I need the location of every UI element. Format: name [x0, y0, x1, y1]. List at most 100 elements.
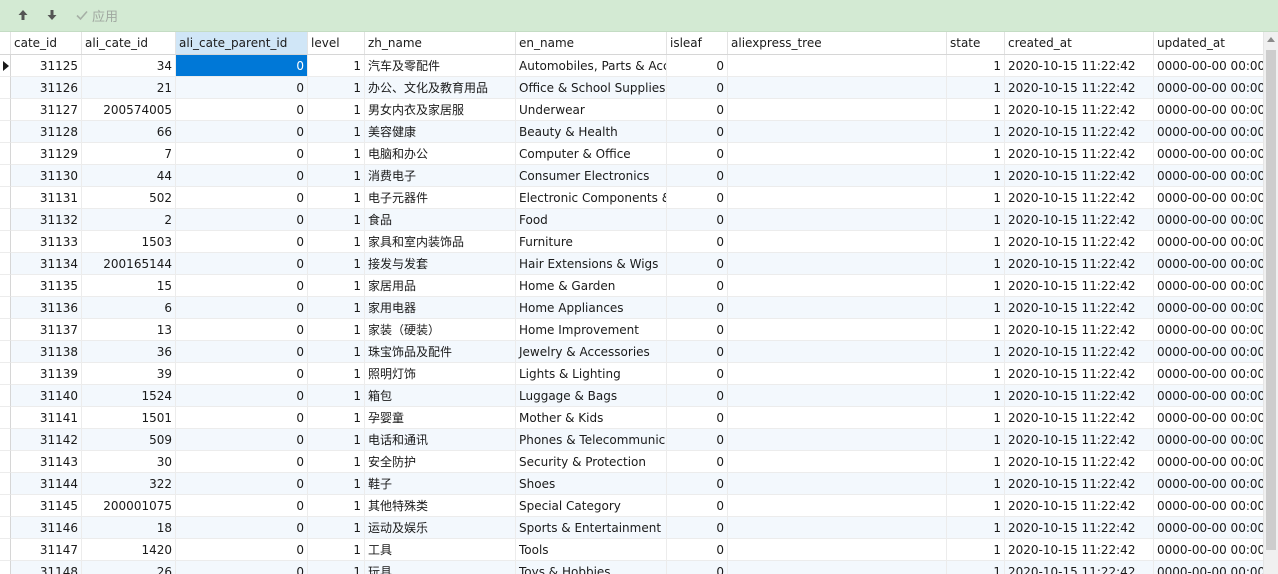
cell-ali-cate-parent-id[interactable]: 0	[176, 297, 308, 319]
cell-isleaf[interactable]: 0	[667, 539, 728, 561]
cell-zh-name[interactable]: 家具和室内装饰品	[365, 231, 516, 253]
cell-created-at[interactable]: 2020-10-15 11:22:42	[1005, 187, 1154, 209]
cell-aliexpress-tree[interactable]	[728, 319, 947, 341]
cell-isleaf[interactable]: 0	[667, 209, 728, 231]
cell-level[interactable]: 1	[308, 297, 365, 319]
row-indicator[interactable]	[0, 187, 11, 209]
cell-level[interactable]: 1	[308, 451, 365, 473]
cell-aliexpress-tree[interactable]	[728, 231, 947, 253]
cell-state[interactable]: 1	[947, 473, 1005, 495]
cell-aliexpress-tree[interactable]	[728, 187, 947, 209]
cell-ali-cate-parent-id[interactable]: 0	[176, 561, 308, 574]
cell-ali-cate-id[interactable]: 200165144	[82, 253, 176, 275]
cell-cate-id[interactable]: 31138	[11, 341, 82, 363]
move-up-button[interactable]	[16, 6, 30, 24]
cell-state[interactable]: 1	[947, 99, 1005, 121]
table-row[interactable]: 31132 2 0 1 食品 Food 0 1 2020-10-15 11:22:42 0000-…	[0, 209, 1263, 231]
cell-isleaf[interactable]: 0	[667, 473, 728, 495]
cell-level[interactable]: 1	[308, 77, 365, 99]
cell-level[interactable]: 1	[308, 407, 365, 429]
row-indicator[interactable]	[0, 253, 11, 275]
apply-button[interactable]: 应用	[75, 6, 118, 25]
cell-state[interactable]: 1	[947, 363, 1005, 385]
cell-state[interactable]: 1	[947, 77, 1005, 99]
data-grid[interactable]: cate_id ali_cate_id ali_cate_parent_id leve…	[0, 32, 1263, 574]
cell-cate-id[interactable]: 31127	[11, 99, 82, 121]
cell-zh-name[interactable]: 食品	[365, 209, 516, 231]
cell-state[interactable]: 1	[947, 165, 1005, 187]
cell-en-name[interactable]: Shoes	[516, 473, 667, 495]
cell-cate-id[interactable]: 31128	[11, 121, 82, 143]
column-header-cate-id[interactable]: cate_id	[11, 32, 82, 54]
cell-zh-name[interactable]: 男女内衣及家居服	[365, 99, 516, 121]
cell-cate-id[interactable]: 31126	[11, 77, 82, 99]
cell-ali-cate-parent-id[interactable]: 0	[176, 209, 308, 231]
cell-aliexpress-tree[interactable]	[728, 77, 947, 99]
cell-ali-cate-parent-id[interactable]: 0	[176, 539, 308, 561]
cell-updated-at[interactable]: 0000-00-00 00:00:	[1154, 187, 1263, 209]
cell-en-name[interactable]: Mother & Kids	[516, 407, 667, 429]
cell-updated-at[interactable]: 0000-00-00 00:00:	[1154, 231, 1263, 253]
cell-level[interactable]: 1	[308, 165, 365, 187]
cell-zh-name[interactable]: 珠宝饰品及配件	[365, 341, 516, 363]
cell-updated-at[interactable]: 0000-00-00 00:00:	[1154, 517, 1263, 539]
cell-isleaf[interactable]: 0	[667, 363, 728, 385]
cell-isleaf[interactable]: 0	[667, 253, 728, 275]
cell-created-at[interactable]: 2020-10-15 11:22:42	[1005, 451, 1154, 473]
cell-state[interactable]: 1	[947, 341, 1005, 363]
cell-zh-name[interactable]: 电脑和办公	[365, 143, 516, 165]
cell-cate-id[interactable]: 31129	[11, 143, 82, 165]
cell-zh-name[interactable]: 家装（硬装）	[365, 319, 516, 341]
cell-isleaf[interactable]: 0	[667, 451, 728, 473]
cell-en-name[interactable]: Automobiles, Parts & Acc	[516, 55, 667, 77]
cell-en-name[interactable]: Tools	[516, 539, 667, 561]
cell-created-at[interactable]: 2020-10-15 11:22:42	[1005, 385, 1154, 407]
cell-state[interactable]: 1	[947, 187, 1005, 209]
cell-cate-id[interactable]: 31136	[11, 297, 82, 319]
cell-level[interactable]: 1	[308, 121, 365, 143]
cell-ali-cate-id[interactable]: 509	[82, 429, 176, 451]
row-indicator[interactable]	[0, 407, 11, 429]
cell-created-at[interactable]: 2020-10-15 11:22:42	[1005, 341, 1154, 363]
cell-aliexpress-tree[interactable]	[728, 99, 947, 121]
cell-en-name[interactable]: Home Improvement	[516, 319, 667, 341]
cell-zh-name[interactable]: 汽车及零配件	[365, 55, 516, 77]
column-header-level[interactable]: level	[308, 32, 365, 54]
table-row[interactable]: 31142 509 0 1 电话和通讯 Phones & Telecommunica 0 1 2…	[0, 429, 1263, 451]
cell-en-name[interactable]: Food	[516, 209, 667, 231]
cell-cate-id[interactable]: 31146	[11, 517, 82, 539]
cell-zh-name[interactable]: 玩具	[365, 561, 516, 574]
cell-en-name[interactable]: Special Category	[516, 495, 667, 517]
table-row[interactable]: 31145 200001075 0 1 其他特殊类 Special Category 0 1 2…	[0, 495, 1263, 517]
cell-ali-cate-id[interactable]: 200001075	[82, 495, 176, 517]
cell-ali-cate-parent-id[interactable]: 0	[176, 341, 308, 363]
cell-ali-cate-id[interactable]: 7	[82, 143, 176, 165]
table-row[interactable]: 31146 18 0 1 运动及娱乐 Sports & Entertainment 0 1 20…	[0, 517, 1263, 539]
table-row[interactable]: 31134 200165144 0 1 接发与发套 Hair Extensions & W…	[0, 253, 1263, 275]
cell-cate-id[interactable]: 31143	[11, 451, 82, 473]
cell-ali-cate-id[interactable]: 1503	[82, 231, 176, 253]
cell-cate-id[interactable]: 31133	[11, 231, 82, 253]
cell-cate-id[interactable]: 31134	[11, 253, 82, 275]
cell-updated-at[interactable]: 0000-00-00 00:00:	[1154, 99, 1263, 121]
table-row[interactable]: 31133 1503 0 1 家具和室内装饰品 Furniture 0 1 2020-10-15…	[0, 231, 1263, 253]
cell-ali-cate-parent-id[interactable]: 0	[176, 187, 308, 209]
cell-aliexpress-tree[interactable]	[728, 253, 947, 275]
cell-zh-name[interactable]: 消费电子	[365, 165, 516, 187]
table-row[interactable]: 31139 39 0 1 照明灯饰 Lights & Lighting 0 1 2020-10-…	[0, 363, 1263, 385]
table-row[interactable]: 31127 200574005 0 1 男女内衣及家居服 Underwear 0 1 2020-…	[0, 99, 1263, 121]
cell-ali-cate-id[interactable]: 322	[82, 473, 176, 495]
cell-en-name[interactable]: Lights & Lighting	[516, 363, 667, 385]
cell-state[interactable]: 1	[947, 495, 1005, 517]
row-indicator[interactable]	[0, 121, 11, 143]
cell-ali-cate-parent-id[interactable]: 0	[176, 275, 308, 297]
column-header-created-at[interactable]: created_at	[1005, 32, 1154, 54]
cell-level[interactable]: 1	[308, 561, 365, 574]
column-header-zh-name[interactable]: zh_name	[365, 32, 516, 54]
cell-ali-cate-parent-id[interactable]: 0	[176, 143, 308, 165]
cell-ali-cate-parent-id[interactable]: 0	[176, 319, 308, 341]
cell-ali-cate-parent-id[interactable]: 0	[176, 451, 308, 473]
cell-level[interactable]: 1	[308, 253, 365, 275]
column-header-ali-cate-parent-id[interactable]: ali_cate_parent_id	[176, 32, 308, 54]
cell-ali-cate-id[interactable]: 6	[82, 297, 176, 319]
